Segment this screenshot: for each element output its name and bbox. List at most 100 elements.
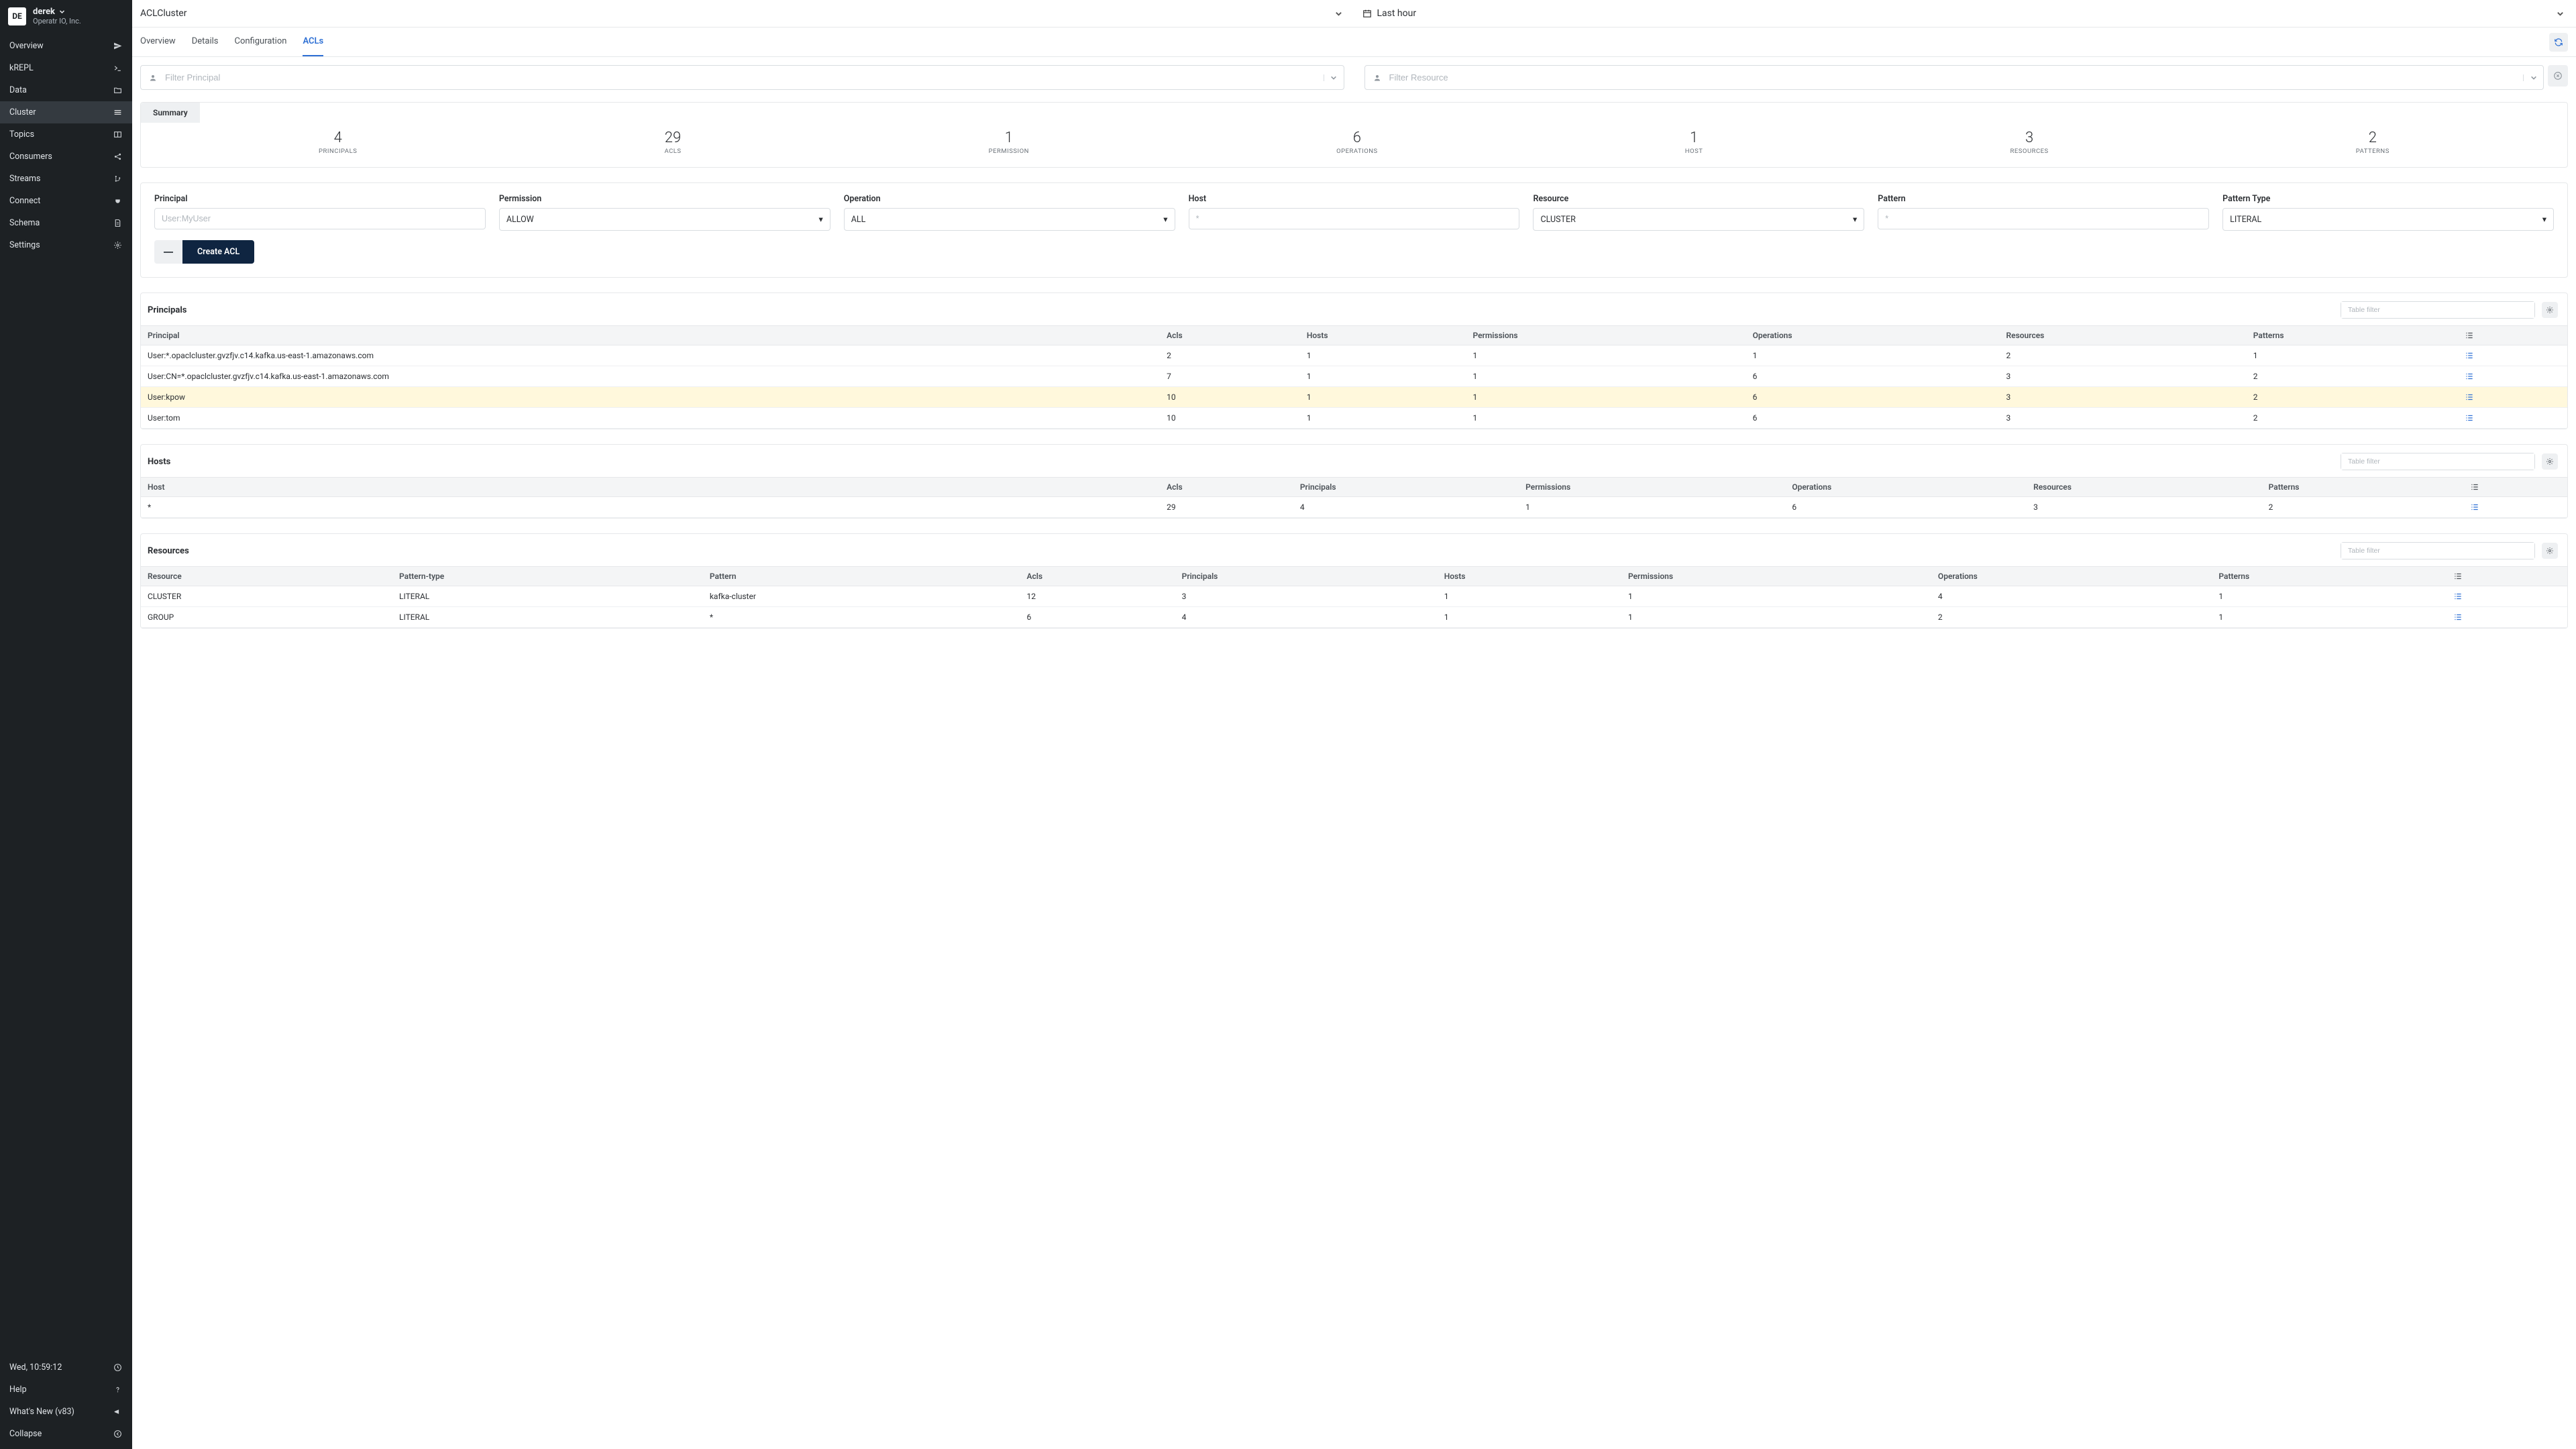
principals-filter[interactable] xyxy=(2341,301,2535,319)
list-icon xyxy=(2465,331,2561,340)
column-header[interactable]: Acls xyxy=(1160,326,1300,345)
row-action-button[interactable] xyxy=(2458,408,2567,429)
operation-select[interactable]: ALL▾ xyxy=(844,208,1175,231)
chevron-down-icon xyxy=(1335,10,1342,17)
column-header[interactable]: Principals xyxy=(1293,478,1519,497)
table-row[interactable]: *2941632 xyxy=(141,497,2567,518)
sidebar-item-streams[interactable]: Streams xyxy=(0,168,132,190)
principal-input[interactable] xyxy=(162,214,478,223)
table-row[interactable]: User:CN=*.opaclcluster.gvzfjv.c14.kafka.… xyxy=(141,366,2567,387)
filter-principal-input[interactable] xyxy=(140,65,1344,90)
megaphone-icon xyxy=(112,1407,123,1416)
field-permission: Permission ALLOW▾ xyxy=(499,194,830,231)
caret-down-icon: ▾ xyxy=(1163,214,1167,225)
tab-details[interactable]: Details xyxy=(192,28,219,56)
clear-filter-button[interactable] xyxy=(2548,65,2568,87)
tab-overview[interactable]: Overview xyxy=(140,28,176,56)
table-row[interactable]: GROUPLITERAL*641121 xyxy=(141,607,2567,628)
sidebar-item-data[interactable]: Data xyxy=(0,79,132,101)
column-header[interactable]: Permissions xyxy=(1519,478,1785,497)
sidebar-footer: Wed, 10:59:12 Help What's New (v83) Coll… xyxy=(0,1356,132,1449)
column-header[interactable]: Patterns xyxy=(2247,326,2458,345)
column-header[interactable]: Acls xyxy=(1020,567,1175,586)
column-header[interactable]: Resources xyxy=(2027,478,2262,497)
summary-tab: Summary xyxy=(141,103,200,123)
table-row[interactable]: User:tom1011632 xyxy=(141,408,2567,429)
summary-card: Summary 4PRINCIPALS 29ACLS 1PERMISSION 6… xyxy=(140,102,2568,168)
principals-settings-button[interactable] xyxy=(2542,302,2558,318)
sidebar-item-topics[interactable]: Topics xyxy=(0,123,132,146)
sidebar-whatsnew[interactable]: What's New (v83) xyxy=(0,1401,132,1423)
column-header[interactable]: Permissions xyxy=(1466,326,1746,345)
table-row[interactable]: User:*.opaclcluster.gvzfjv.c14.kafka.us-… xyxy=(141,345,2567,366)
sidebar-collapse[interactable]: Collapse xyxy=(0,1423,132,1445)
deny-toggle-button[interactable] xyxy=(154,240,182,264)
tab-acls[interactable]: ACLs xyxy=(303,28,323,56)
column-header[interactable]: Resources xyxy=(2000,326,2247,345)
column-header[interactable]: Hosts xyxy=(1438,567,1621,586)
refresh-icon xyxy=(2554,38,2563,47)
terminal-icon xyxy=(112,64,123,72)
refresh-button[interactable] xyxy=(2549,33,2568,52)
column-header[interactable]: Patterns xyxy=(2262,478,2463,497)
caret-down-icon: ▾ xyxy=(1853,214,1857,225)
sidebar-item-overview[interactable]: Overview xyxy=(0,35,132,57)
dropdown-toggle[interactable] xyxy=(2523,74,2543,81)
table-row[interactable]: CLUSTERLITERALkafka-cluster1231141 xyxy=(141,586,2567,607)
dropdown-toggle[interactable] xyxy=(1324,74,1344,81)
column-header[interactable]: Pattern-type xyxy=(392,567,703,586)
hosts-filter[interactable] xyxy=(2341,453,2535,470)
row-action-button[interactable] xyxy=(2447,586,2567,607)
cluster-selector[interactable]: ACLCluster xyxy=(132,0,1354,27)
sidebar-item-settings[interactable]: Settings xyxy=(0,234,132,256)
resources-settings-button[interactable] xyxy=(2542,543,2558,559)
column-header[interactable]: Pattern xyxy=(703,567,1020,586)
column-header[interactable]: Host xyxy=(141,478,1160,497)
sidebar-item-consumers[interactable]: Consumers xyxy=(0,146,132,168)
row-action-button[interactable] xyxy=(2447,607,2567,628)
host-input[interactable] xyxy=(1196,214,1513,223)
column-header[interactable]: Resource xyxy=(141,567,392,586)
timerange-selector[interactable]: Last hour xyxy=(1354,0,2576,27)
list-icon xyxy=(2453,592,2561,601)
create-acl-button[interactable]: Create ACL xyxy=(182,240,254,264)
pattern-input[interactable] xyxy=(1885,214,2202,223)
filter-resource-input[interactable] xyxy=(1364,65,2544,90)
panel-title: Principals xyxy=(148,305,186,315)
tab-configuration[interactable]: Configuration xyxy=(234,28,286,56)
column-header[interactable]: Permissions xyxy=(1621,567,1931,586)
column-header[interactable]: Operations xyxy=(1785,478,2027,497)
sidebar-item-connect[interactable]: Connect xyxy=(0,190,132,212)
row-action-button[interactable] xyxy=(2463,497,2567,518)
column-header[interactable]: Hosts xyxy=(1300,326,1466,345)
sidebar-item-krepl[interactable]: kREPL xyxy=(0,57,132,79)
stat-permission: 1PERMISSION xyxy=(989,129,1029,155)
list-icon xyxy=(2470,482,2561,492)
list-icon xyxy=(2453,572,2561,581)
folder-icon xyxy=(112,86,123,95)
sidebar-item-schema[interactable]: Schema xyxy=(0,212,132,234)
permission-select[interactable]: ALLOW▾ xyxy=(499,208,830,231)
pattern-type-select[interactable]: LITERAL▾ xyxy=(2222,208,2554,231)
table-row[interactable]: User:kpow1011632 xyxy=(141,387,2567,408)
caret-down-icon: ▾ xyxy=(818,214,822,225)
column-header[interactable]: Operations xyxy=(1931,567,2212,586)
row-action-button[interactable] xyxy=(2458,366,2567,387)
resources-filter[interactable] xyxy=(2341,542,2535,559)
hosts-panel: Hosts HostAclsPrincipalsPermissionsOpera… xyxy=(140,444,2568,519)
row-action-button[interactable] xyxy=(2458,345,2567,366)
column-header[interactable]: Acls xyxy=(1160,478,1293,497)
content: Summary 4PRINCIPALS 29ACLS 1PERMISSION 6… xyxy=(132,57,2576,1449)
row-action-button[interactable] xyxy=(2458,387,2567,408)
principals-table: PrincipalAclsHostsPermissionsOperationsR… xyxy=(141,325,2567,429)
topbar: ACLCluster Last hour xyxy=(132,0,2576,28)
user-block[interactable]: DE derek Operatr IO, Inc. xyxy=(0,0,132,32)
column-header[interactable]: Principal xyxy=(141,326,1160,345)
column-header[interactable]: Principals xyxy=(1175,567,1438,586)
sidebar-help[interactable]: Help xyxy=(0,1379,132,1401)
sidebar-item-cluster[interactable]: Cluster xyxy=(0,101,132,123)
column-header[interactable]: Operations xyxy=(1746,326,2000,345)
column-header[interactable]: Patterns xyxy=(2212,567,2446,586)
resource-select[interactable]: CLUSTER▾ xyxy=(1533,208,1864,231)
hosts-settings-button[interactable] xyxy=(2542,453,2558,470)
